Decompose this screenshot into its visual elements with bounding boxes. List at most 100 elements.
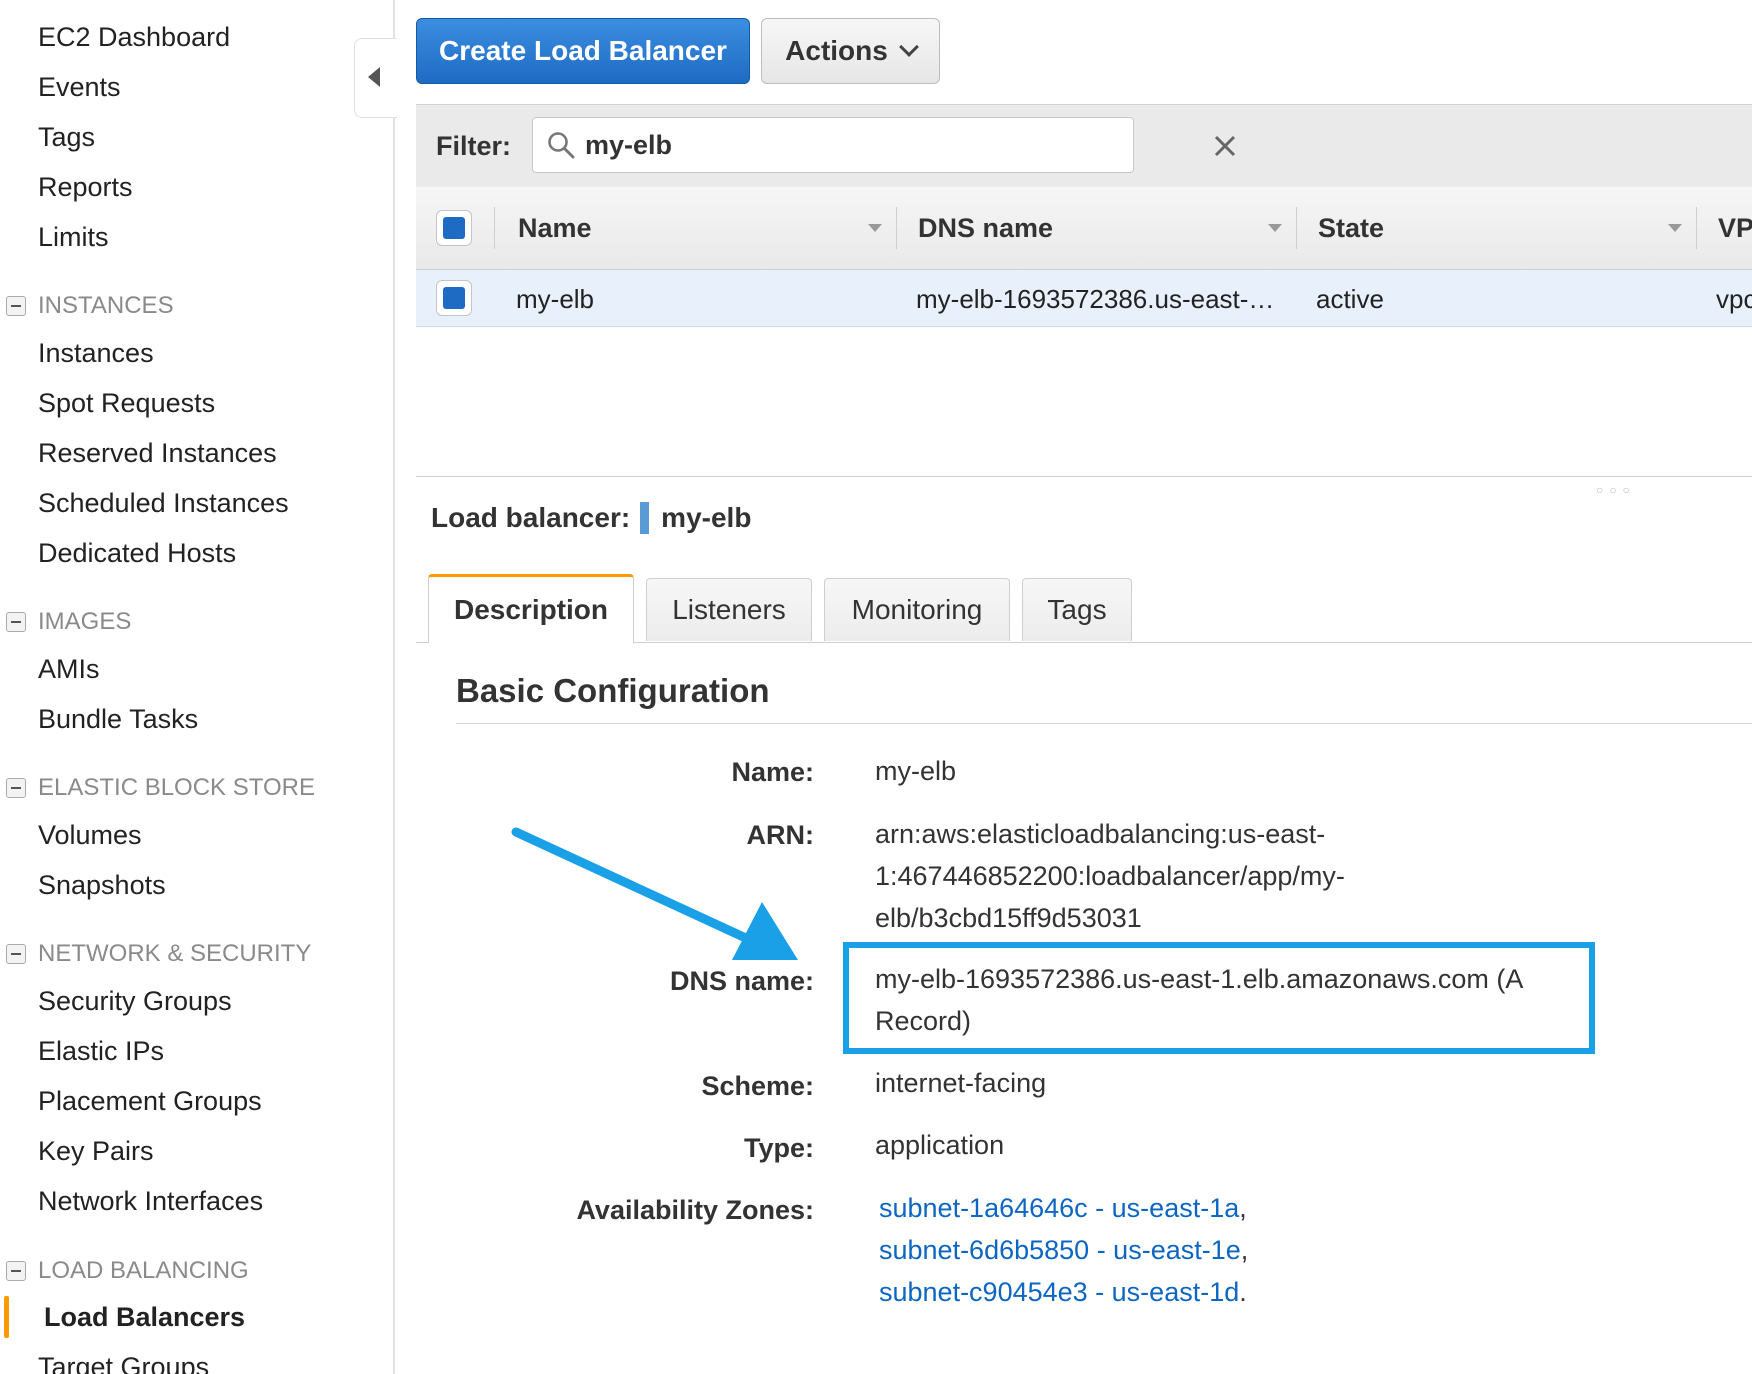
- collapse-left-icon: [368, 67, 380, 87]
- cell-name: my-elb: [516, 284, 595, 314]
- collapse-icon[interactable]: [6, 1261, 26, 1281]
- close-icon[interactable]: [1213, 134, 1237, 158]
- column-header-dns-name[interactable]: DNS name: [918, 213, 1053, 244]
- subnet-link[interactable]: subnet-c90454e3 - us-east-1d: [879, 1277, 1239, 1307]
- section-ebs-title: ELASTIC BLOCK STORE: [38, 774, 315, 801]
- section-divider: [456, 723, 1752, 724]
- section-instances-title: INSTANCES: [38, 292, 174, 319]
- section-ebs[interactable]: ELASTIC BLOCK STORE: [6, 774, 315, 802]
- az-separator: ,: [1240, 1235, 1249, 1265]
- nav-elastic-ips[interactable]: Elastic IPs: [38, 1036, 164, 1067]
- section-title: Basic Configuration: [456, 672, 770, 709]
- nav-network-interfaces[interactable]: Network Interfaces: [38, 1186, 263, 1217]
- annotation-arrow-icon: [511, 827, 798, 960]
- section-images[interactable]: IMAGES: [6, 608, 131, 636]
- column-header-state[interactable]: State: [1318, 213, 1384, 244]
- column-header-vpc[interactable]: VP: [1718, 213, 1752, 244]
- dns-highlight-box: [843, 942, 1595, 1054]
- subnet-link[interactable]: subnet-1a64646c - us-east-1a: [879, 1193, 1239, 1223]
- column-divider: [1296, 207, 1297, 249]
- field-label-name: Name:: [731, 757, 814, 787]
- table-header: Name DNS name State VP: [416, 187, 1752, 270]
- nav-security-groups[interactable]: Security Groups: [38, 986, 232, 1017]
- az-separator: .: [1239, 1277, 1247, 1307]
- tab-monitoring[interactable]: Monitoring: [824, 578, 1010, 641]
- search-icon: [548, 132, 575, 159]
- nav-placement-groups[interactable]: Placement Groups: [38, 1086, 262, 1117]
- field-value-type: application: [875, 1130, 1005, 1160]
- detail-header-label: Load balancer:: [431, 502, 631, 533]
- filter-bar: Filter:: [416, 104, 1752, 188]
- nav-tags[interactable]: Tags: [38, 122, 95, 153]
- nav-volumes[interactable]: Volumes: [38, 820, 142, 851]
- tab-tags[interactable]: Tags: [1022, 578, 1132, 641]
- chevron-down-icon: [898, 37, 919, 57]
- collapse-icon[interactable]: [6, 612, 26, 632]
- tab-listeners[interactable]: Listeners: [646, 578, 812, 641]
- nav-target-groups[interactable]: Target Groups: [38, 1352, 209, 1374]
- nav-spot-requests[interactable]: Spot Requests: [38, 388, 215, 419]
- selection-marker: [640, 502, 650, 534]
- select-all-checkbox[interactable]: [436, 210, 472, 246]
- arn-line: 1:467446852200:loadbalancer/app/my-: [875, 861, 1345, 891]
- cell-state: active: [1316, 284, 1384, 314]
- section-instances[interactable]: INSTANCES: [6, 292, 174, 320]
- nav-instances[interactable]: Instances: [38, 338, 154, 369]
- section-load-balancing-title: LOAD BALANCING: [38, 1257, 249, 1284]
- nav-dedicated-hosts[interactable]: Dedicated Hosts: [38, 538, 236, 569]
- collapse-icon[interactable]: [6, 778, 26, 798]
- column-divider: [1696, 207, 1697, 249]
- az-separator: ,: [1239, 1193, 1247, 1223]
- nav-reports[interactable]: Reports: [38, 172, 133, 203]
- sort-caret-icon[interactable]: [1268, 224, 1282, 232]
- table-row[interactable]: my-elb my-elb-1693572386.us-east-… activ…: [416, 270, 1752, 327]
- nav-ec2-dashboard[interactable]: EC2 Dashboard: [38, 22, 230, 53]
- field-value-scheme: internet-facing: [875, 1068, 1047, 1098]
- field-value-name: my-elb: [875, 756, 957, 786]
- section-network-security-title: NETWORK & SECURITY: [38, 940, 312, 967]
- sidebar: EC2 Dashboard Events Tags Reports Limits…: [0, 0, 395, 1374]
- subnet-link[interactable]: subnet-6d6b5850 - us-east-1e: [879, 1235, 1241, 1265]
- column-divider: [494, 207, 495, 249]
- nav-amis[interactable]: AMIs: [38, 654, 100, 685]
- field-label-availability-zones: Availability Zones:: [576, 1195, 814, 1225]
- column-header-name[interactable]: Name: [518, 213, 592, 244]
- tab-description[interactable]: Description: [428, 574, 634, 643]
- resize-handle-icon[interactable]: ○○○: [1596, 483, 1636, 497]
- field-label-type: Type:: [743, 1133, 814, 1163]
- detail-header-name: my-elb: [661, 502, 752, 533]
- collapse-icon[interactable]: [6, 296, 26, 316]
- filter-input[interactable]: [583, 124, 1067, 166]
- create-load-balancer-label: Create Load Balancer: [439, 35, 727, 66]
- filter-label: Filter:: [436, 131, 512, 161]
- active-indicator: [4, 1296, 9, 1338]
- pane-divider[interactable]: [416, 476, 1752, 477]
- cell-dns-name: my-elb-1693572386.us-east-…: [916, 284, 1275, 314]
- arn-line: elb/b3cbd15ff9d53031: [875, 903, 1142, 933]
- field-label-scheme: Scheme:: [701, 1071, 814, 1101]
- sort-caret-icon[interactable]: [1668, 224, 1682, 232]
- create-load-balancer-button[interactable]: Create Load Balancer: [416, 18, 750, 84]
- detail-header: Load balancer: my-elb: [431, 502, 751, 534]
- field-value-arn: arn:aws:elasticloadbalancing:us-east- 1:…: [875, 813, 1345, 939]
- nav-scheduled-instances[interactable]: Scheduled Instances: [38, 488, 289, 519]
- nav-reserved-instances[interactable]: Reserved Instances: [38, 438, 277, 469]
- arn-line: arn:aws:elasticloadbalancing:us-east-: [875, 819, 1326, 849]
- section-load-balancing[interactable]: LOAD BALANCING: [6, 1257, 249, 1285]
- sort-caret-icon[interactable]: [868, 224, 882, 232]
- actions-dropdown[interactable]: Actions: [761, 18, 940, 84]
- nav-limits[interactable]: Limits: [38, 222, 109, 253]
- field-value-availability-zones: subnet-1a64646c - us-east-1a, subnet-6d6…: [879, 1187, 1248, 1313]
- detail-tabs: Description Listeners Monitoring Tags: [416, 574, 1752, 643]
- nav-key-pairs[interactable]: Key Pairs: [38, 1136, 154, 1167]
- cell-vpc: vpc: [1716, 284, 1752, 314]
- nav-snapshots[interactable]: Snapshots: [38, 870, 166, 901]
- collapse-sidebar-button[interactable]: [354, 38, 397, 118]
- filter-box[interactable]: [532, 117, 1236, 173]
- collapse-icon[interactable]: [6, 944, 26, 964]
- row-checkbox[interactable]: [436, 280, 472, 316]
- section-network-security[interactable]: NETWORK & SECURITY: [6, 940, 311, 968]
- nav-load-balancers[interactable]: Load Balancers: [44, 1302, 245, 1333]
- nav-events[interactable]: Events: [38, 72, 121, 103]
- nav-bundle-tasks[interactable]: Bundle Tasks: [38, 704, 198, 735]
